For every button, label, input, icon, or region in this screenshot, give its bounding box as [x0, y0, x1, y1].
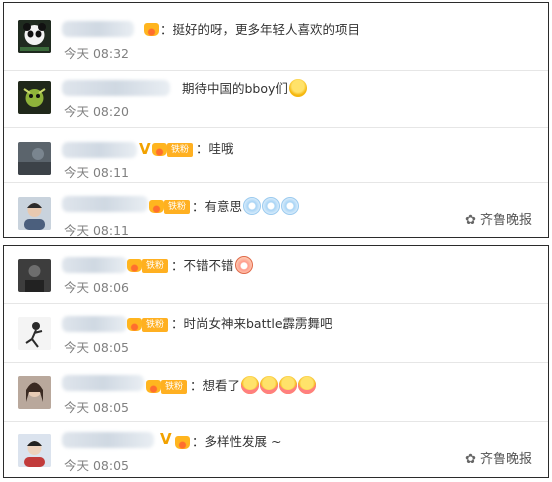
sketch-icon: [18, 317, 51, 350]
fan-badge: 铁粉: [167, 143, 194, 157]
laughing-emoji-icon: [288, 79, 307, 97]
fan-badge: 铁粉: [164, 200, 191, 214]
crown-icon: [127, 318, 142, 331]
fan-badge: 铁粉: [142, 318, 169, 332]
crying-emoji-icon: [260, 376, 279, 394]
fan-badge: 铁粉: [142, 259, 169, 273]
comment-panel-bottom: 铁粉 ：不错不错 今天 08:06 铁粉 ：时尚女神来battle霹雳舞吧 今天…: [3, 245, 549, 478]
crown-icon: [127, 259, 142, 272]
comment-time: 今天 08:20: [64, 104, 129, 119]
person-avatar[interactable]: [18, 434, 51, 467]
comment-item: 期待中国的bboy们 今天 08:20: [4, 71, 548, 128]
crown-icon: [146, 380, 161, 393]
username-blurred[interactable]: [62, 316, 127, 332]
comment-item: ：挺好的呀，更多年轻人喜欢的项目 今天 08:32: [4, 3, 548, 71]
fan-badge: 铁粉: [161, 380, 188, 394]
person-icon: [18, 376, 51, 409]
comment-time: 今天 08:05: [64, 340, 129, 355]
crown-icon: [152, 143, 167, 156]
comment-text: ：时尚女神来battle霹雳舞吧: [171, 316, 333, 331]
username-blurred[interactable]: [62, 432, 154, 448]
wechat-icon: ✿: [465, 213, 476, 228]
snowflake-emoji-icon: [262, 197, 281, 215]
snowflake-emoji-icon: [281, 197, 300, 215]
comment-item: V 铁粉 ：哇哦 今天 08:11: [4, 128, 548, 183]
snowflake-emoji-icon: [243, 197, 262, 215]
crown-icon: [144, 23, 159, 36]
watermark: ✿ 齐鲁晚报: [465, 452, 532, 467]
comment-time: 今天 08:11: [64, 165, 129, 180]
username-blurred[interactable]: [62, 257, 127, 273]
crying-emoji-icon: [298, 376, 317, 394]
comment-text: ：想看了: [190, 376, 317, 395]
crying-emoji-icon: [279, 376, 298, 394]
crown-icon: [149, 200, 164, 213]
comment-panel-top: ：挺好的呀，更多年轻人喜欢的项目 今天 08:32 期待中国的bboy们 今天 …: [3, 2, 549, 238]
comment-time: 今天 08:32: [64, 46, 129, 61]
username-blurred[interactable]: [62, 196, 148, 212]
comment-item: 铁粉 ：不错不错 今天 08:06: [4, 246, 548, 304]
comment-item: 铁粉 ：时尚女神来battle霹雳舞吧 今天 08:05: [4, 304, 548, 363]
comment-item: V ：多样性发展 ~ 今天 08:05 ✿ 齐鲁晚报: [4, 422, 548, 477]
username-blurred[interactable]: [62, 80, 170, 96]
username-blurred[interactable]: [62, 21, 134, 37]
panda-avatar[interactable]: [18, 20, 51, 53]
username-blurred[interactable]: [62, 375, 144, 391]
verified-icon: V: [160, 430, 172, 448]
photo-icon: [18, 142, 51, 175]
pig-emoji-icon: [234, 256, 253, 274]
photo-avatar[interactable]: [18, 142, 51, 175]
crown-icon: [175, 436, 190, 449]
comment-time: 今天 08:06: [64, 280, 129, 295]
cartoon-avatar[interactable]: [18, 81, 51, 114]
photo-icon: [18, 259, 51, 292]
watermark: ✿ 齐鲁晚报: [465, 213, 532, 228]
person-icon: [18, 434, 51, 467]
cartoon-icon: [18, 81, 51, 114]
comment-text: ：挺好的呀，更多年轻人喜欢的项目: [160, 22, 361, 37]
verified-icon: V: [139, 140, 151, 158]
panda-icon: [18, 20, 51, 53]
person-avatar[interactable]: [18, 376, 51, 409]
wechat-icon: ✿: [465, 452, 476, 467]
comment-time: 今天 08:05: [64, 458, 129, 473]
comment-text: ：有意思: [192, 197, 300, 216]
comment-text: 期待中国的bboy们: [182, 79, 307, 98]
username-blurred[interactable]: [62, 142, 137, 158]
person-icon: [18, 197, 51, 230]
comment-text: ：不错不错: [171, 256, 253, 275]
photo-avatar[interactable]: [18, 259, 51, 292]
comment-text: ：哇哦: [196, 141, 234, 156]
person-avatar[interactable]: [18, 197, 51, 230]
sketch-avatar[interactable]: [18, 317, 51, 350]
comment-time: 今天 08:05: [64, 400, 129, 415]
crying-emoji-icon: [241, 376, 260, 394]
comment-item: 铁粉 ：有意思 今天 08:11 ✿ 齐鲁晚报: [4, 183, 548, 238]
comment-text: ：多样性发展 ~: [192, 434, 282, 449]
comment-item: 铁粉 ：想看了 今天 08:05: [4, 363, 548, 422]
comment-time: 今天 08:11: [64, 223, 129, 238]
